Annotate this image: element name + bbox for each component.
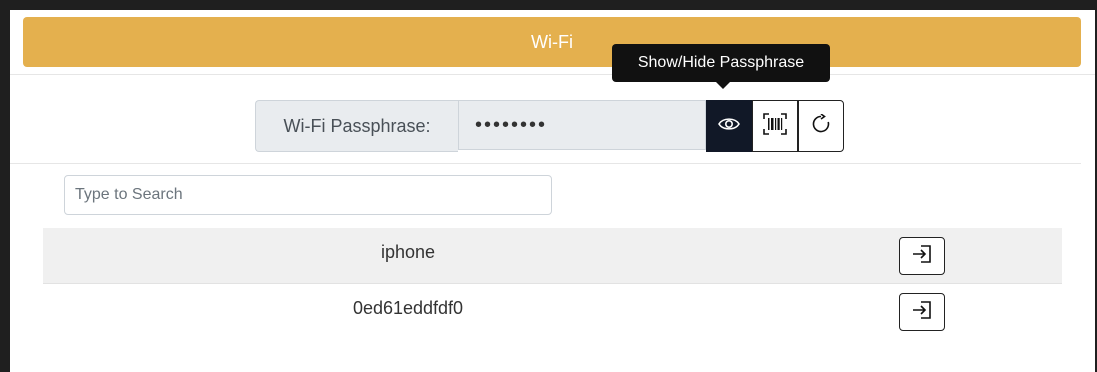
eye-icon (718, 116, 740, 137)
table-row: 0ed61eddfdf0 (43, 283, 1062, 339)
section-divider (10, 163, 1081, 164)
table-row: iphone (43, 228, 1062, 283)
network-name: iphone (380, 242, 436, 262)
refresh-icon (811, 112, 831, 139)
connect-button[interactable] (899, 293, 945, 331)
wifi-card: Wi-Fi Wi-Fi Passphrase: •••••••• Type to… (10, 10, 1095, 372)
show-hide-passphrase-button[interactable] (706, 100, 752, 152)
header-divider (10, 74, 1095, 75)
passphrase-label: Wi-Fi Passphrase: (255, 100, 458, 152)
passphrase-group: Wi-Fi Passphrase: •••••••• (255, 100, 844, 152)
header-title: Wi-Fi (531, 31, 573, 52)
network-table: iphone 0ed61eddfdf0 (43, 228, 1062, 339)
sign-in-icon (912, 244, 932, 268)
network-name: 0ed61eddfdf0 (352, 298, 464, 318)
barcode-button[interactable] (752, 100, 798, 152)
passphrase-field[interactable]: •••••••• (458, 100, 706, 150)
tooltip-arrow (716, 82, 730, 89)
refresh-button[interactable] (798, 100, 844, 152)
passphrase-tooltip: Show/Hide Passphrase (612, 44, 830, 82)
search-input[interactable] (64, 175, 552, 215)
sign-in-icon (912, 300, 932, 324)
wifi-header: Wi-Fi (23, 17, 1081, 67)
barcode-icon (763, 112, 787, 140)
connect-button[interactable] (899, 237, 945, 275)
